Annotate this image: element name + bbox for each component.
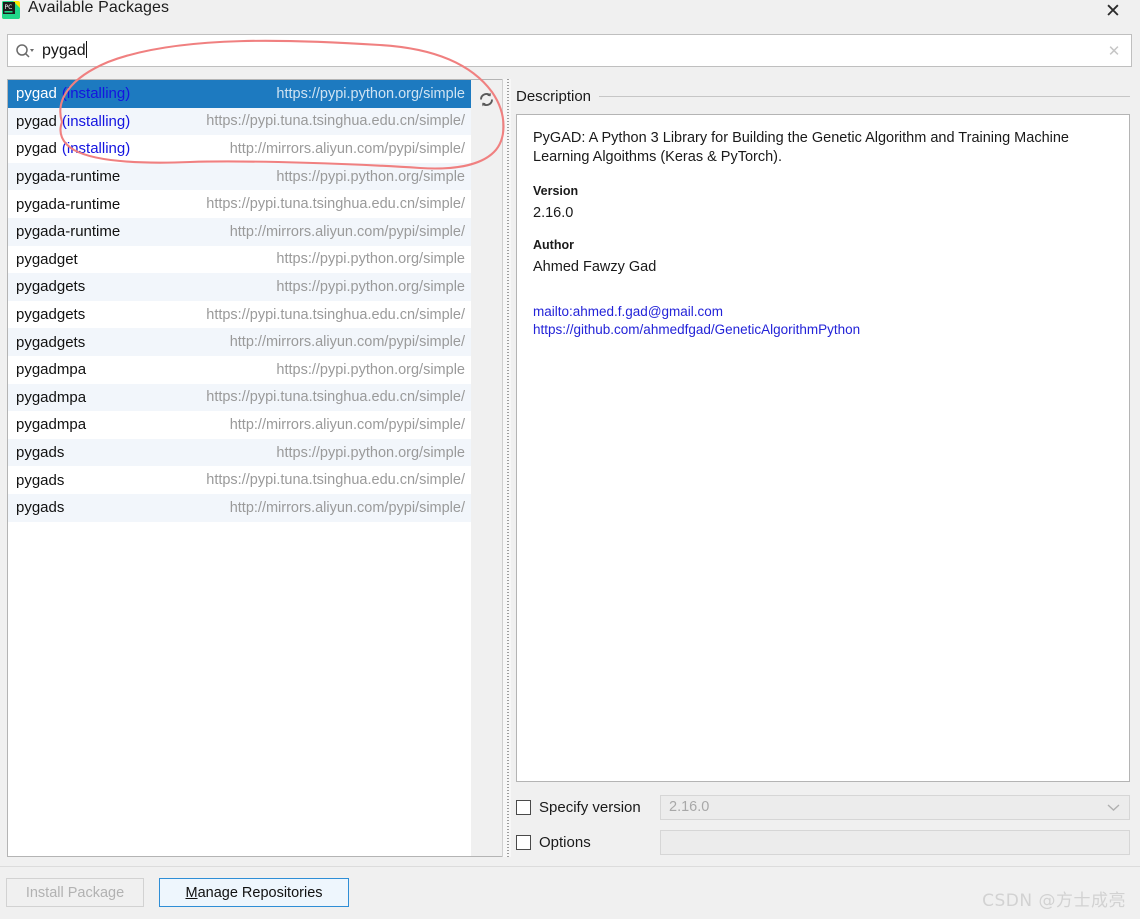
package-list-item[interactable]: pygads https://pypi.python.org/simple <box>8 439 471 467</box>
package-name: pygadgets <box>16 306 85 323</box>
package-name: pygada-runtime <box>16 196 120 213</box>
package-list-item[interactable]: pygada-runtime https://pypi.tuna.tsinghua… <box>8 190 471 218</box>
package-name: pygads <box>16 472 64 489</box>
clear-search-icon[interactable]: ✕ <box>1097 35 1131 66</box>
refresh-icon[interactable] <box>474 87 499 112</box>
package-list-item[interactable]: pygads https://pypi.tuna.tsinghua.edu.cn/… <box>8 466 471 494</box>
description-title: Description <box>516 88 599 105</box>
window-title: Available Packages <box>28 0 169 17</box>
package-list-item[interactable]: pygada-runtime http://mirrors.aliyun.com/… <box>8 218 471 246</box>
version-value: 2.16.0 <box>533 205 1113 221</box>
options-label: Options <box>539 834 591 851</box>
search-field[interactable]: pygad ✕ <box>7 34 1132 67</box>
package-name: pygadgets <box>16 278 85 295</box>
author-label: Author <box>533 238 1113 252</box>
package-repository-url: https://pypi.tuna.tsinghua.edu.cn/simple… <box>206 307 465 323</box>
package-list-item[interactable]: pygadmpa https://pypi.tuna.tsinghua.edu.c… <box>8 384 471 412</box>
package-name: pygada-runtime <box>16 223 120 240</box>
package-list-item[interactable]: pygadgets http://mirrors.aliyun.com/pypi/… <box>8 328 471 356</box>
package-repository-url: http://mirrors.aliyun.com/pypi/simple/ <box>230 417 465 433</box>
manage-label-rest: anage Repositories <box>198 885 323 901</box>
package-name: pygadgets <box>16 334 85 351</box>
svg-text:PC: PC <box>5 4 13 11</box>
package-name: pygadget <box>16 251 78 268</box>
package-repository-url: http://mirrors.aliyun.com/pypi/simple/ <box>230 141 465 157</box>
package-name: pygads <box>16 499 64 516</box>
package-repository-url: http://mirrors.aliyun.com/pypi/simple/ <box>230 334 465 350</box>
package-repository-url: https://pypi.python.org/simple <box>276 279 465 295</box>
project-homepage-link[interactable]: https://github.com/ahmedfgad/GeneticAlgo… <box>533 321 1113 339</box>
package-status: (installing) <box>62 85 130 102</box>
package-name: pygadmpa <box>16 389 86 406</box>
manage-repositories-button[interactable]: Manage Repositories <box>159 878 349 907</box>
header-divider <box>599 96 1130 97</box>
version-select-value: 2.16.0 <box>669 799 709 815</box>
package-repository-url: https://pypi.tuna.tsinghua.edu.cn/simple… <box>206 389 465 405</box>
manage-mnemonic: M <box>185 885 197 901</box>
package-list[interactable]: pygad (installing) https://pypi.python.org… <box>7 79 471 857</box>
package-name: pygad <box>16 140 57 157</box>
package-list-item[interactable]: pygad (installing) http://mirrors.aliyun.c… <box>8 135 471 163</box>
package-name: pygad <box>16 85 57 102</box>
package-list-item[interactable]: pygads http://mirrors.aliyun.com/pypi/sim… <box>8 494 471 522</box>
description-header: Description <box>516 86 1130 106</box>
specify-version-label: Specify version <box>539 799 641 816</box>
pycharm-icon: PC <box>2 1 20 19</box>
package-status: (installing) <box>62 113 130 130</box>
panel-splitter[interactable] <box>505 79 511 857</box>
package-list-item[interactable]: pygadmpa https://pypi.python.org/simple <box>8 356 471 384</box>
title-bar: PC Available Packages ✕ <box>0 0 1140 26</box>
watermark: CSDN @方士成亮 <box>982 886 1126 911</box>
version-label: Version <box>533 184 1113 198</box>
package-list-item[interactable]: pygadgets https://pypi.python.org/simple <box>8 273 471 301</box>
package-name: pygad <box>16 113 57 130</box>
package-list-item[interactable]: pygadgets https://pypi.tuna.tsinghua.edu.… <box>8 301 471 329</box>
author-value: Ahmed Fawzy Gad <box>533 259 1113 275</box>
package-repository-url: http://mirrors.aliyun.com/pypi/simple/ <box>230 500 465 516</box>
package-repository-url: https://pypi.python.org/simple <box>276 86 465 102</box>
package-name: pygadmpa <box>16 361 86 378</box>
package-repository-url: http://mirrors.aliyun.com/pypi/simple/ <box>230 224 465 240</box>
specify-version-checkbox[interactable] <box>516 800 531 815</box>
specify-version-row: Specify version 2.16.0 <box>516 794 1130 820</box>
package-list-item[interactable]: pygadget https://pypi.python.org/simple <box>8 246 471 274</box>
description-links: mailto:ahmed.f.gad@gmail.com https://git… <box>533 303 1113 339</box>
package-list-item[interactable]: pygad (installing) https://pypi.python.org… <box>8 80 471 108</box>
description-panel: PyGAD: A Python 3 Library for Building t… <box>516 114 1130 782</box>
package-summary: PyGAD: A Python 3 Library for Building t… <box>533 129 1113 167</box>
package-repository-url: https://pypi.python.org/simple <box>276 362 465 378</box>
options-input[interactable] <box>660 830 1130 855</box>
text-caret <box>86 41 87 58</box>
package-name: pygads <box>16 444 64 461</box>
options-row: Options <box>516 829 1130 855</box>
search-text: pygad <box>42 42 86 59</box>
package-status: (installing) <box>62 140 130 157</box>
footer-bar: Install Package Manage Repositories <box>0 866 1140 919</box>
version-select[interactable]: 2.16.0 <box>660 795 1130 820</box>
author-email-link[interactable]: mailto:ahmed.f.gad@gmail.com <box>533 303 1113 321</box>
refresh-column <box>471 79 502 857</box>
package-name: pygadmpa <box>16 416 86 433</box>
search-icon[interactable] <box>8 35 42 66</box>
options-checkbox[interactable] <box>516 835 531 850</box>
package-repository-url: https://pypi.python.org/simple <box>276 169 465 185</box>
package-repository-url: https://pypi.python.org/simple <box>276 445 465 461</box>
install-package-button[interactable]: Install Package <box>6 878 144 907</box>
package-repository-url: https://pypi.tuna.tsinghua.edu.cn/simple… <box>206 472 465 488</box>
package-list-item[interactable]: pygad (installing) https://pypi.tuna.tsing… <box>8 108 471 136</box>
package-repository-url: https://pypi.tuna.tsinghua.edu.cn/simple… <box>206 196 465 212</box>
package-list-item[interactable]: pygadmpa http://mirrors.aliyun.com/pypi/s… <box>8 411 471 439</box>
package-repository-url: https://pypi.tuna.tsinghua.edu.cn/simple… <box>206 113 465 129</box>
package-name: pygada-runtime <box>16 168 120 185</box>
chevron-down-icon <box>1106 800 1121 815</box>
search-input-value[interactable]: pygad <box>42 41 1097 60</box>
package-list-item[interactable]: pygada-runtime https://pypi.python.org/si… <box>8 163 471 191</box>
close-icon[interactable]: ✕ <box>1100 0 1126 22</box>
package-repository-url: https://pypi.python.org/simple <box>276 251 465 267</box>
